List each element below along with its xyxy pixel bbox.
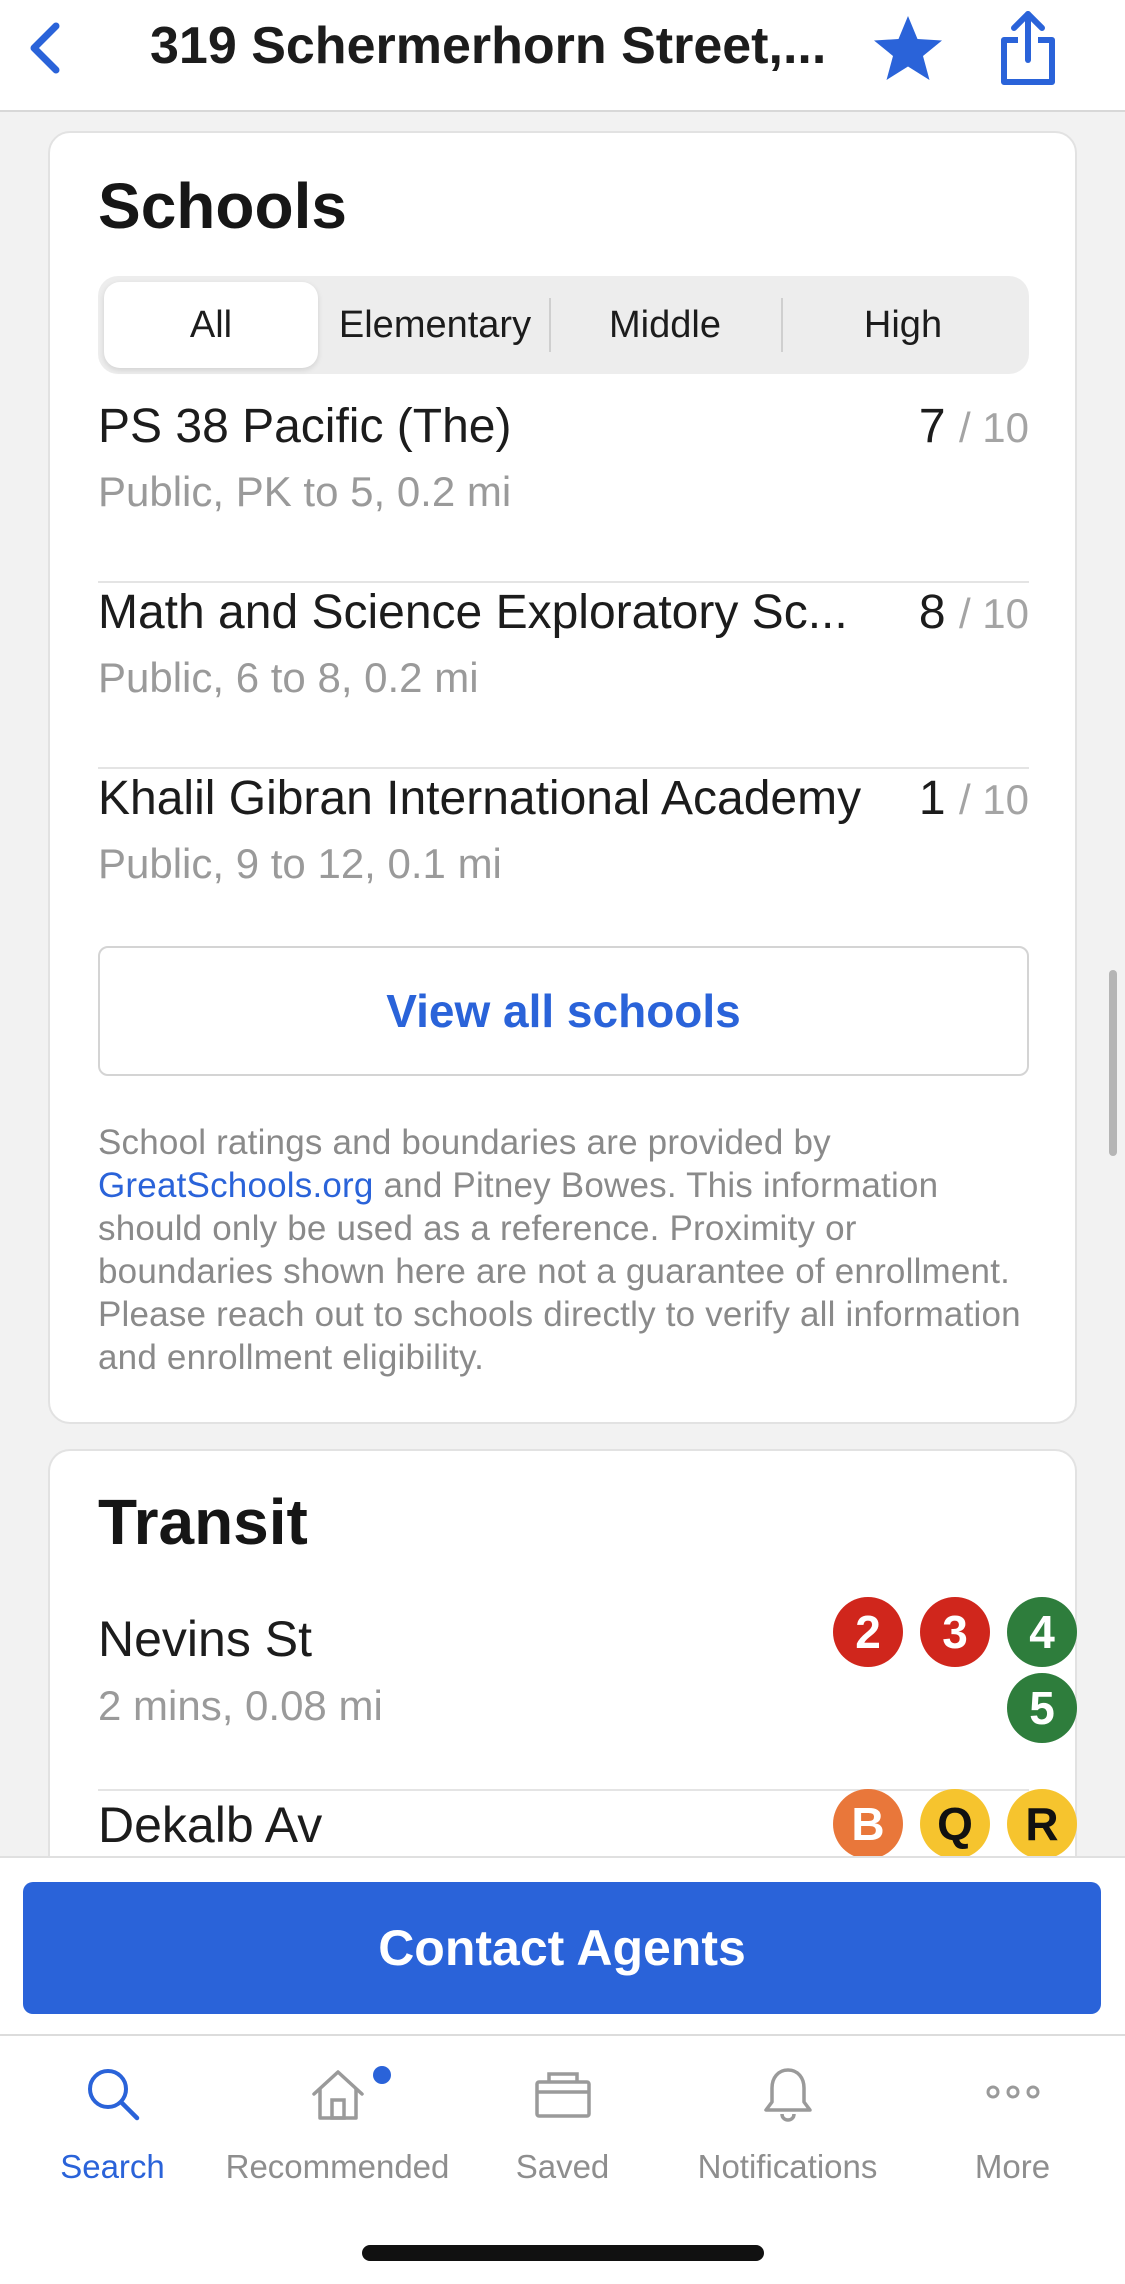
tab-label: Recommended <box>225 2148 450 2185</box>
search-icon <box>87 2069 139 2121</box>
rating-value: 7 <box>918 400 946 453</box>
back-button[interactable] <box>18 12 78 82</box>
school-list-item[interactable]: PS 38 Pacific (The) 7 / 10 Public, PK to… <box>98 397 1029 583</box>
station-name: Dekalb Av <box>98 1797 323 1853</box>
school-details: Public, PK to 5, 0.2 mi <box>98 468 512 515</box>
subway-line-r-icon: R <box>1007 1789 1077 1859</box>
rating-max: / 10 <box>958 590 1029 637</box>
tab-label: More <box>974 2148 1051 2185</box>
schools-heading: Schools <box>98 170 347 242</box>
new-badge-dot <box>373 2066 391 2084</box>
star-icon <box>874 16 942 80</box>
subway-line-b-icon: B <box>833 1789 903 1859</box>
school-rating: 1 / 10 <box>919 769 1029 830</box>
divider <box>98 1789 1029 1791</box>
chevron-left-icon <box>30 22 60 74</box>
tab-more[interactable]: More <box>900 2036 1125 2206</box>
rating-max: / 10 <box>958 404 1029 451</box>
rating-value: 1 <box>918 772 946 825</box>
contact-bar: Contact Agents <box>0 1856 1125 2036</box>
school-list-item[interactable]: Khalil Gibran International Academy 1 / … <box>98 769 1029 955</box>
saved-box-icon <box>534 2072 591 2118</box>
share-icon <box>1001 11 1055 85</box>
scroll-indicator[interactable] <box>1109 970 1117 1156</box>
transit-card: Transit Nevins St 2 mins, 0.08 mi 2 3 4 … <box>48 1449 1077 1869</box>
rating-max: / 10 <box>958 776 1029 823</box>
subway-line-2-icon: 2 <box>833 1597 903 1667</box>
school-name: PS 38 Pacific (The) <box>98 400 512 453</box>
school-details: Public, 9 to 12, 0.1 mi <box>98 840 502 887</box>
subway-line-3-icon: 3 <box>920 1597 990 1667</box>
school-name: Khalil Gibran International Academy <box>98 772 862 825</box>
more-dots-icon <box>986 2085 1039 2099</box>
transit-station-item[interactable]: Nevins St 2 mins, 0.08 mi 2 3 4 5 <box>98 1597 1077 1791</box>
tab-label: Saved <box>515 2148 610 2185</box>
tab-all[interactable]: All <box>104 282 318 368</box>
tab-notifications[interactable]: Notifications <box>675 2036 900 2206</box>
school-rating: 8 / 10 <box>919 583 1029 644</box>
station-name: Nevins St <box>98 1611 312 1667</box>
school-list-item[interactable]: Math and Science Exploratory Sc... 8 / 1… <box>98 583 1029 769</box>
favorite-button[interactable] <box>868 10 948 90</box>
top-nav-bar: 319 Schermerhorn Street,... <box>0 0 1125 112</box>
rating-value: 8 <box>918 586 946 639</box>
home-indicator <box>362 2245 764 2261</box>
school-name: Math and Science Exploratory Sc... <box>98 586 848 639</box>
page-title: 319 Schermerhorn Street,... <box>150 17 827 75</box>
share-button[interactable] <box>996 6 1060 90</box>
school-rating: 7 / 10 <box>919 397 1029 458</box>
tab-recommended[interactable]: Recommended <box>225 2036 450 2206</box>
school-ratings-disclaimer: School ratings and boundaries are provid… <box>98 1121 1038 1379</box>
home-icon <box>311 2070 364 2120</box>
tab-middle[interactable]: Middle <box>551 282 779 368</box>
greatschools-link[interactable]: GreatSchools.org <box>98 1166 374 1205</box>
transit-heading: Transit <box>98 1486 308 1558</box>
station-distance: 2 mins, 0.08 mi <box>98 1682 383 1729</box>
tab-high[interactable]: High <box>783 282 1023 368</box>
contact-agents-button[interactable]: Contact Agents <box>23 1882 1101 2014</box>
subway-line-4-icon: 4 <box>1007 1597 1077 1667</box>
tab-label: Notifications <box>697 2148 878 2185</box>
bell-icon <box>763 2068 812 2122</box>
schools-card: Schools All Elementary Middle High PS 38… <box>48 131 1077 1424</box>
tab-saved[interactable]: Saved <box>450 2036 675 2206</box>
view-all-schools-button[interactable]: View all schools <box>98 946 1029 1076</box>
subway-line-q-icon: Q <box>920 1789 990 1859</box>
tab-elementary[interactable]: Elementary <box>322 282 548 368</box>
tab-search[interactable]: Search <box>0 2036 225 2206</box>
school-details: Public, 6 to 8, 0.2 mi <box>98 654 479 701</box>
tab-label: Search <box>60 2148 165 2185</box>
disclaimer-text: School ratings and boundaries are provid… <box>98 1123 831 1162</box>
subway-line-5-icon: 5 <box>1007 1673 1077 1743</box>
school-level-segmented-control: All Elementary Middle High <box>98 276 1029 374</box>
